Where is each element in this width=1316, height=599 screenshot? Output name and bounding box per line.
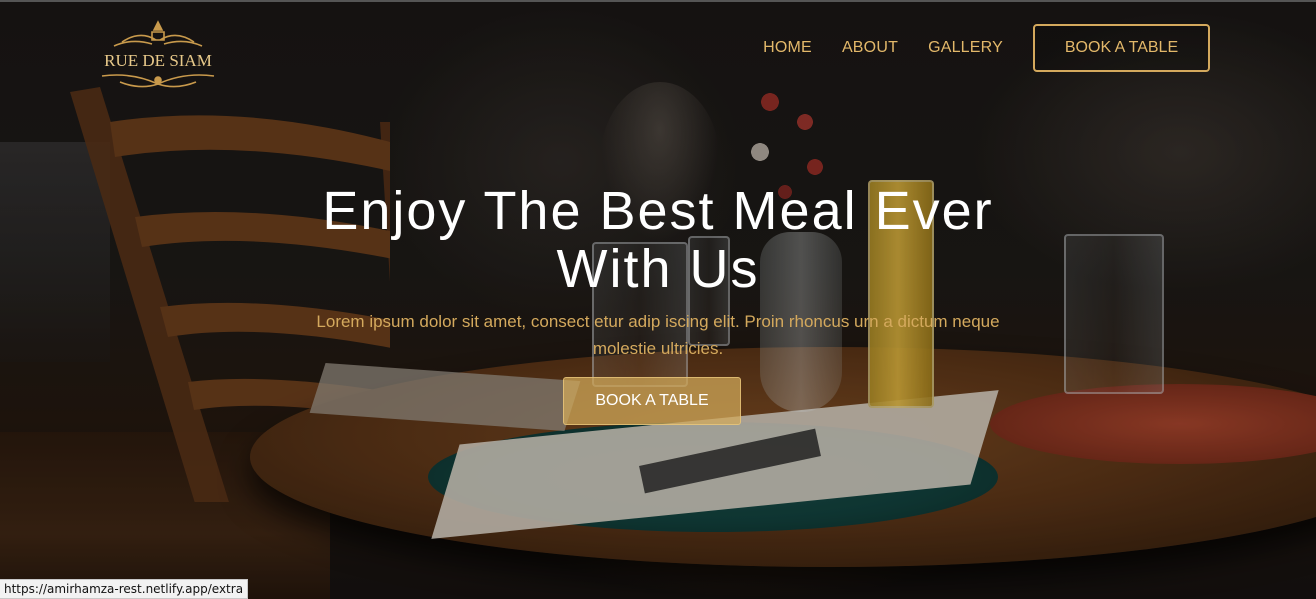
- nav-book-table-button[interactable]: BOOK A TABLE: [1033, 24, 1210, 72]
- hero-subtitle: Lorem ipsum dolor sit amet, consect etur…: [316, 312, 1000, 358]
- hero-book-table-button[interactable]: BOOK A TABLE: [563, 377, 741, 425]
- logo[interactable]: RUE DE SIAM: [92, 20, 224, 92]
- nav-about-link[interactable]: ABOUT: [842, 25, 898, 71]
- hero-section: RUE DE SIAM HOME ABOUT GALLERY BOOK A TA…: [0, 0, 1316, 599]
- logo-flourish-icon: [101, 74, 215, 88]
- nav-gallery-link[interactable]: GALLERY: [928, 25, 1003, 71]
- main-nav: HOME ABOUT GALLERY BOOK A TABLE: [763, 24, 1210, 72]
- logo-text: RUE DE SIAM: [104, 51, 212, 70]
- browser-status-bar: https://amirhamza-rest.netlify.app/extra: [0, 579, 249, 599]
- hero-title-line1: Enjoy The Best Meal Ever: [322, 181, 994, 241]
- ornamental-crest-icon: [113, 20, 203, 47]
- hero-title-line2: With Us: [556, 239, 760, 299]
- hero-title: Enjoy The Best Meal Ever With Us: [0, 182, 1316, 298]
- nav-home-link[interactable]: HOME: [763, 25, 812, 71]
